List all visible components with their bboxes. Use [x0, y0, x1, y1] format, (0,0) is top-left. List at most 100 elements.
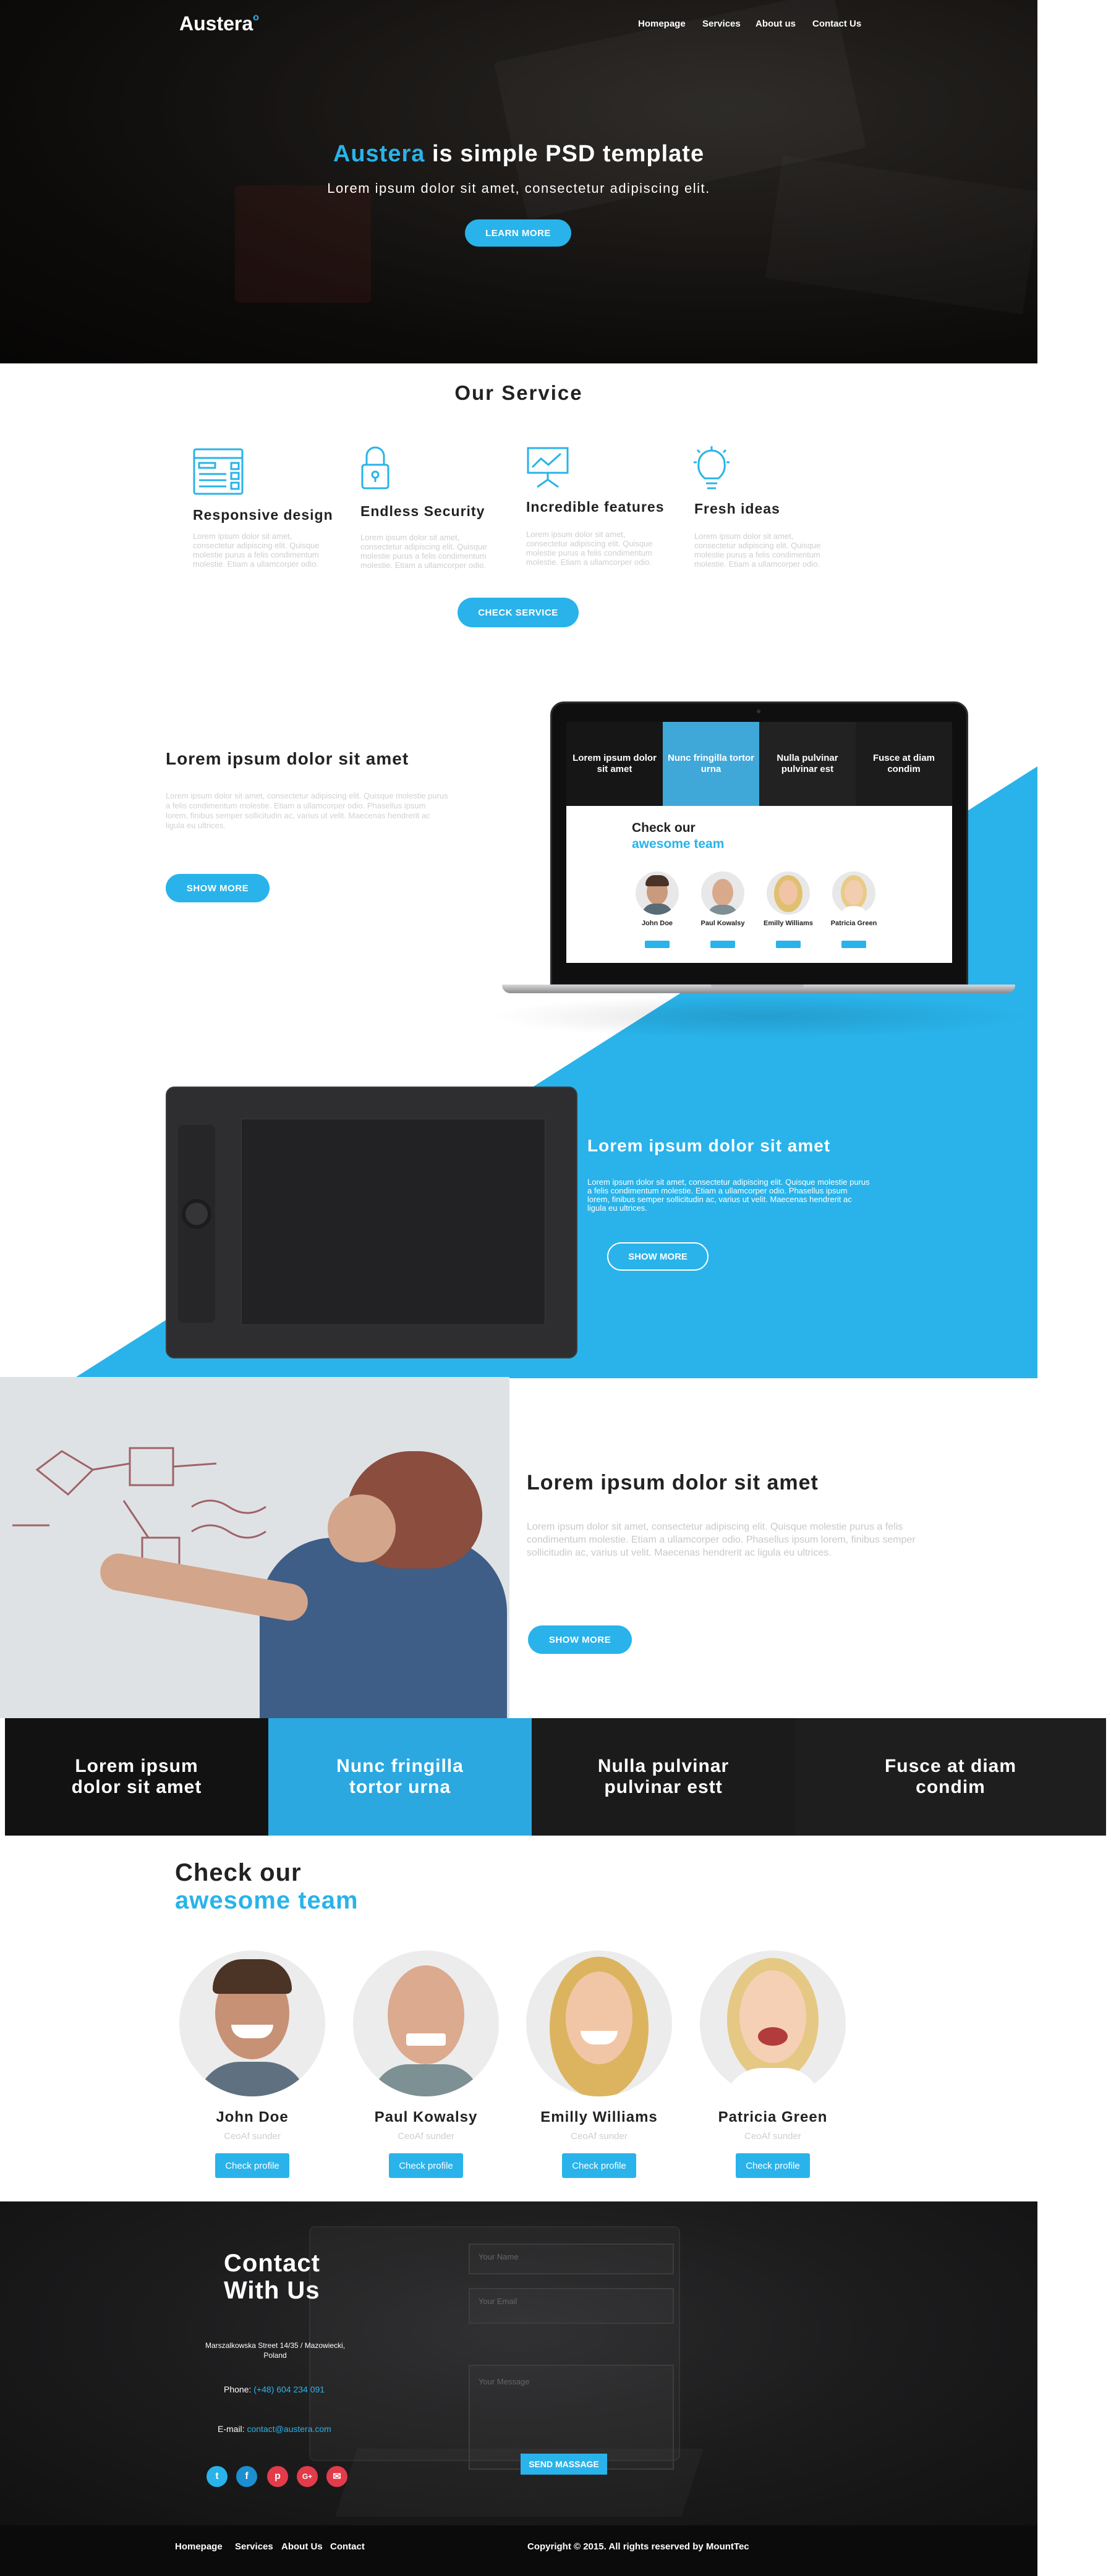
browser-icon: [193, 448, 244, 495]
member-name: Paul Kowalsy: [374, 2109, 478, 2125]
show-more-button[interactable]: SHOW MORE: [607, 1242, 709, 1271]
laptop-shadow: [488, 995, 1032, 1038]
feature-text: Lorem ipsum dolor sit amet, consectetur …: [166, 791, 448, 830]
member-name: Emilly Williams: [540, 2109, 658, 2125]
laptop-member-name: Emilly Williams: [764, 920, 813, 927]
contact-email-value[interactable]: contact@austera.com: [247, 2424, 331, 2434]
strip-cell[interactable]: Lorem ipsum dolor sit amet: [5, 1718, 268, 1836]
service-title: Endless Security: [360, 503, 485, 519]
member-role: CeoAf sunder: [744, 2131, 801, 2142]
lock-icon: [361, 446, 389, 489]
feature-title: Lorem ipsum dolor sit amet: [527, 1471, 819, 1494]
hero-title-rest: is simple PSD template: [425, 141, 705, 167]
service-text: Lorem ipsum dolor sit amet, consectetur …: [526, 530, 653, 567]
nav-services[interactable]: Services: [702, 19, 741, 29]
laptop-member-name: John Doe: [641, 920, 673, 927]
strip-cell[interactable]: Nulla pulvinar pulvinar estt: [532, 1718, 795, 1836]
contact-phone-value[interactable]: (+48) 604 234 091: [253, 2384, 325, 2394]
facebook-icon[interactable]: f: [236, 2466, 257, 2487]
hero-title-brand: Austera: [333, 141, 425, 167]
whiteboard-photo: [0, 1377, 509, 1718]
member-name: John Doe: [216, 2109, 289, 2125]
laptop-notch: [711, 985, 804, 988]
service-title: Fresh ideas: [694, 501, 780, 517]
contact-address-line1: Marszalkowska Street 14/35 / Mazowiecki,: [205, 2341, 346, 2350]
laptop-avatar: [767, 871, 810, 915]
learn-more-button[interactable]: LEARN MORE: [465, 219, 571, 247]
tablet-work-area: [241, 1119, 545, 1325]
footer-link-services[interactable]: Services: [235, 2541, 273, 2552]
feature-title: Lorem ipsum dolor sit amet: [166, 749, 409, 768]
member-role: CeoAf sunder: [571, 2131, 628, 2142]
service-text: Lorem ipsum dolor sit amet, consectetur …: [193, 532, 320, 569]
strip-cell-active[interactable]: Nunc fringilla tortor urna: [268, 1718, 532, 1836]
contact-email: E-mail: contact@austera.com: [218, 2424, 331, 2434]
team-avatar: [179, 1951, 325, 2096]
feature-title: Lorem ipsum dolor sit amet: [587, 1136, 831, 1155]
laptop-avatar: [832, 871, 875, 915]
feature-text: Lorem ipsum dolor sit amet, consectetur …: [527, 1522, 916, 1558]
footer-link-contact[interactable]: Contact: [330, 2541, 365, 2552]
name-field[interactable]: Your Name: [469, 2243, 674, 2274]
laptop-tab: Fusce at diam condim: [856, 722, 952, 806]
laptop-tab: Lorem ipsum dolor sit amet: [566, 722, 663, 806]
graphics-tablet: [166, 1087, 577, 1358]
logo-dot-icon: o: [253, 12, 259, 23]
laptop-camera-icon: [757, 710, 760, 713]
footer-link-about-us[interactable]: About Us: [281, 2541, 323, 2552]
team-heading-line2: awesome team: [175, 1887, 359, 1914]
contact-title-line2: With Us: [224, 2277, 320, 2304]
contact-title-line1: Contact: [224, 2250, 320, 2277]
check-profile-button[interactable]: Check profile: [562, 2153, 636, 2178]
feature-text: Lorem ipsum dolor sit amet, consectetur …: [587, 1177, 870, 1213]
contact-email-label: E-mail:: [218, 2424, 245, 2434]
show-more-button[interactable]: SHOW MORE: [166, 874, 270, 902]
team-avatar: [700, 1951, 846, 2096]
nav-contact-us[interactable]: Contact Us: [812, 19, 861, 29]
check-profile-button[interactable]: Check profile: [736, 2153, 810, 2178]
footer-link-homepage[interactable]: Homepage: [175, 2541, 223, 2552]
twitter-icon[interactable]: t: [206, 2466, 228, 2487]
tablet-ring: [182, 1199, 211, 1229]
show-more-button[interactable]: SHOW MORE: [528, 1625, 632, 1654]
service-text: Lorem ipsum dolor sit amet, consectetur …: [360, 533, 487, 570]
service-title: Responsive design: [193, 507, 333, 523]
laptop-member-name: Paul Kowalsy: [700, 920, 745, 927]
footer-copyright: Copyright © 2015. All rights reserved by…: [527, 2541, 749, 2552]
member-role: CeoAf sunder: [398, 2131, 454, 2142]
pinterest-icon[interactable]: p: [267, 2466, 288, 2487]
laptop-tab: Nulla pulvinar pulvinar est: [759, 722, 856, 806]
check-profile-button[interactable]: Check profile: [389, 2153, 463, 2178]
laptop-profile-button: [645, 941, 670, 948]
laptop-profile-button: [841, 941, 866, 948]
check-profile-button[interactable]: Check profile: [215, 2153, 289, 2178]
hero-section: Austerao Homepage Services About us Cont…: [0, 0, 1037, 363]
nav-homepage[interactable]: Homepage: [638, 19, 686, 29]
nav-about-us[interactable]: About us: [756, 19, 796, 29]
service-text: Lorem ipsum dolor sit amet, consectetur …: [694, 532, 821, 569]
footer: [0, 2525, 1037, 2576]
laptop-screen: Lorem ipsum dolor sit amet Nunc fringill…: [566, 722, 952, 963]
hero-title: Austera is simple PSD template: [0, 141, 1037, 167]
lightbulb-icon: [694, 446, 730, 489]
mail-icon[interactable]: ✉: [326, 2466, 347, 2487]
check-service-button[interactable]: CHECK SERVICE: [458, 598, 579, 627]
laptop-team-line2: awesome team: [632, 837, 725, 851]
team-heading-line1: Check our: [175, 1859, 302, 1886]
presentation-chart-icon: [527, 447, 569, 488]
logo[interactable]: Austerao: [179, 12, 259, 35]
laptop-avatar: [636, 871, 679, 915]
laptop-team-line1: Check our: [632, 821, 696, 835]
team-avatar: [353, 1951, 499, 2096]
laptop-profile-button: [710, 941, 735, 948]
google-plus-icon[interactable]: G+: [297, 2466, 318, 2487]
send-message-button[interactable]: SEND MASSAGE: [521, 2454, 607, 2475]
laptop-avatar: [701, 871, 744, 915]
email-field[interactable]: Your Email: [469, 2288, 674, 2324]
member-role: CeoAf sunder: [224, 2131, 281, 2142]
strip-cell[interactable]: Fusce at diam condim: [795, 1718, 1106, 1836]
hero-subtitle: Lorem ipsum dolor sit amet, consectetur …: [327, 180, 710, 196]
laptop-tab-active: Nunc fringilla tortor urna: [663, 722, 759, 806]
team-avatar: [526, 1951, 672, 2096]
member-name: Patricia Green: [718, 2109, 828, 2125]
